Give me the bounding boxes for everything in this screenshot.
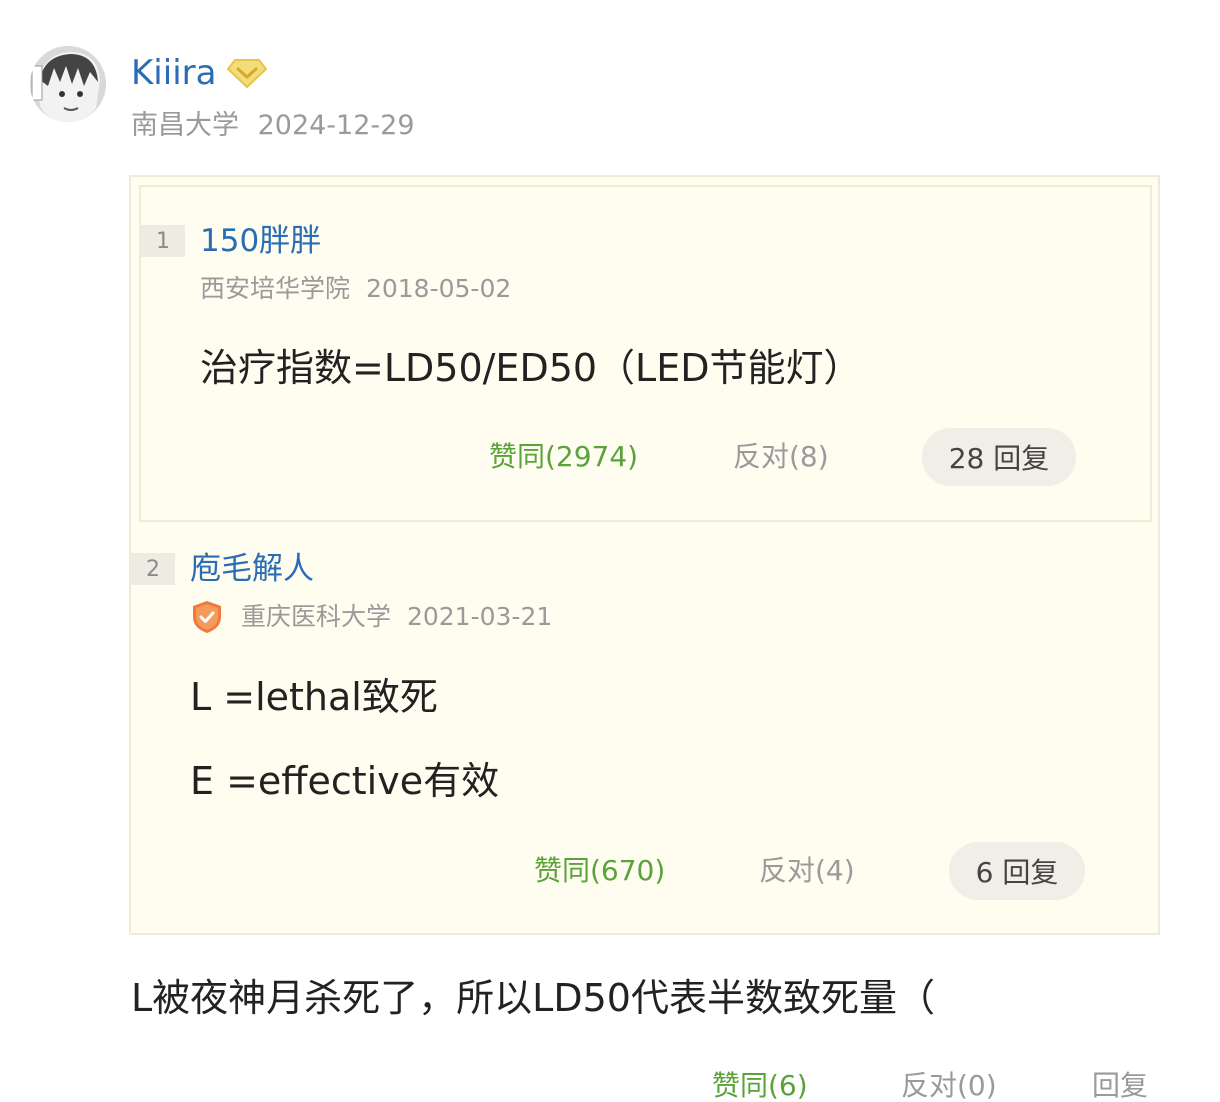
quote-school: 西安培华学院 (200, 274, 351, 303)
quote-item-1: 1 150胖胖 西安培华学院 2018-05-02 治疗指数=LD50/ED50… (139, 185, 1152, 522)
author-meta: 南昌大学 2024-12-29 (131, 108, 415, 144)
agree-button[interactable]: 赞同(2974) (489, 439, 638, 475)
quote-body-line: E =effective有效 (190, 759, 500, 803)
comment-body: L被夜神月杀死了，所以LD50代表半数致死量（ (131, 976, 935, 1020)
reply-button[interactable]: 28 回复 (922, 428, 1076, 486)
post-date: 2024-12-29 (257, 110, 415, 141)
author-school: 南昌大学 (131, 110, 239, 141)
quote-date: 2021-03-21 (406, 602, 553, 631)
disagree-button[interactable]: 反对(4) (759, 853, 855, 889)
reply-button[interactable]: 6 回复 (949, 842, 1085, 900)
quote-date: 2018-05-02 (365, 274, 512, 303)
comment-card: Kiiira 南昌大学 2024-12-29 1 150胖胖 西安培华学院 20… (0, 0, 1220, 1102)
agree-button[interactable]: 赞同(6) (712, 1068, 808, 1102)
shield-check-icon (193, 601, 221, 633)
floor-number: 2 (131, 553, 175, 585)
quote-body-line: L =lethal致死 (190, 675, 438, 719)
reply-button[interactable]: 回复 (1092, 1068, 1148, 1102)
agree-button[interactable]: 赞同(670) (534, 853, 665, 889)
quote-author[interactable]: 150胖胖 (200, 221, 321, 261)
quote-meta: 重庆医科大学 2021-03-21 (241, 601, 552, 633)
quote-meta: 西安培华学院 2018-05-02 (200, 273, 511, 305)
diamond-icon (226, 59, 268, 89)
floor-number: 1 (141, 225, 185, 257)
disagree-button[interactable]: 反对(8) (733, 439, 829, 475)
avatar[interactable] (30, 46, 106, 122)
quote-school: 重庆医科大学 (241, 602, 392, 631)
quote-body: 治疗指数=LD50/ED50（LED节能灯） (200, 346, 862, 390)
author-name[interactable]: Kiiira (131, 52, 216, 94)
quote-author[interactable]: 庖毛解人 (190, 549, 314, 589)
disagree-button[interactable]: 反对(0) (901, 1068, 997, 1102)
quote-block: 1 150胖胖 西安培华学院 2018-05-02 治疗指数=LD50/ED50… (129, 175, 1160, 935)
